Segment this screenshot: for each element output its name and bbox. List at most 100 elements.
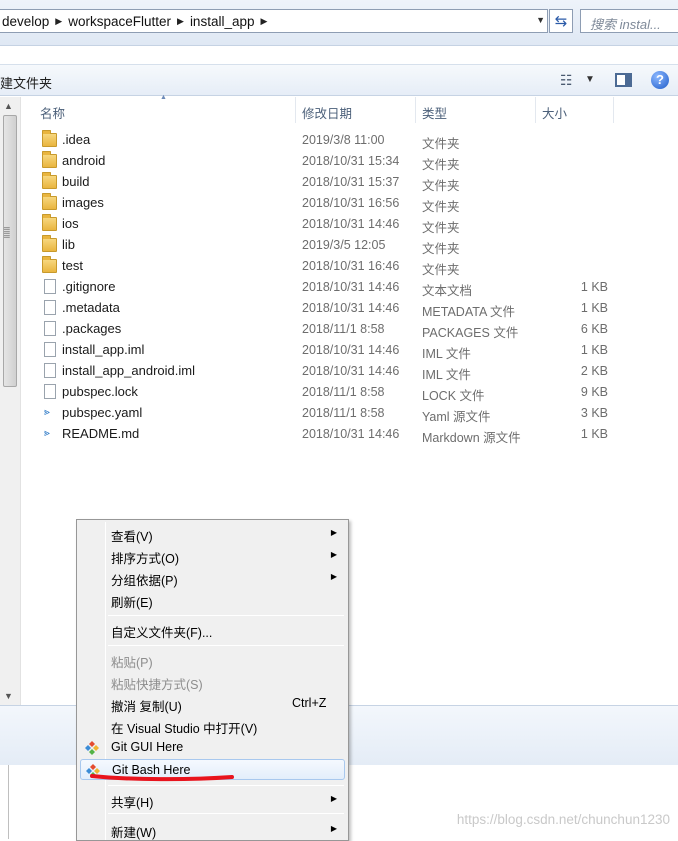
menu-item-shortcut: Ctrl+Z: [292, 696, 327, 710]
file-type: LOCK 文件: [422, 389, 485, 403]
file-modified-date: 2018/10/31 14:46: [302, 343, 400, 357]
menu-item-git-gui-here[interactable]: Git GUI Here: [80, 737, 345, 758]
menu-item-sort-by[interactable]: 排序方式(O) ▶: [80, 545, 345, 566]
file-name: README.md: [62, 426, 140, 441]
column-header-type[interactable]: 类型: [416, 97, 536, 123]
file-size: 9 KB: [580, 385, 608, 399]
file-row[interactable]: .gitignore 2018/10/31 14:46 文本文档 1 KB: [40, 277, 670, 298]
scroll-thumb[interactable]: [3, 115, 17, 387]
git-icon: [85, 741, 99, 755]
file-modified-date: 2019/3/8 11:00: [302, 133, 385, 147]
file-icon: [44, 342, 56, 357]
file-row[interactable]: android 2018/10/31 15:34 文件夹: [40, 151, 670, 172]
folder-icon: [42, 193, 57, 210]
window-edge: [8, 765, 9, 839]
file-row[interactable]: install_app_android.iml 2018/10/31 14:46 I…: [40, 361, 670, 382]
breadcrumb-separator-icon[interactable]: ▶: [53, 16, 66, 27]
file-size: 1 KB: [580, 301, 608, 315]
breadcrumb-workspaceflutter[interactable]: workspaceFlutter: [66, 14, 175, 29]
file-name: install_app_android.iml: [62, 363, 195, 378]
vscode-file-icon: ⪢: [44, 407, 50, 418]
menu-item-view[interactable]: 查看(V) ▶: [80, 523, 345, 544]
file-name: android: [62, 153, 106, 168]
file-row[interactable]: test 2018/10/31 16:46 文件夹: [40, 256, 670, 277]
file-name: pubspec.yaml: [62, 405, 143, 420]
file-type: 文件夹: [422, 179, 460, 193]
file-icon: [44, 363, 56, 378]
file-type: PACKAGES 文件: [422, 326, 519, 340]
file-modified-date: 2018/10/31 14:46: [302, 427, 400, 441]
file-modified-date: 2018/11/1 8:58: [302, 385, 385, 399]
vertical-scrollbar[interactable]: ▲ ═ ═ ═ ▼: [0, 97, 21, 705]
menu-item-label: 自定义文件夹(F)...: [111, 626, 213, 640]
file-modified-date: 2018/10/31 14:46: [302, 301, 400, 315]
file-row[interactable]: .metadata 2018/10/31 14:46 METADATA 文件 1 KB: [40, 298, 670, 319]
file-size: 2 KB: [580, 364, 608, 378]
column-header-size[interactable]: 大小: [536, 97, 614, 123]
file-icon: [44, 300, 56, 315]
menu-item-label: 在 Visual Studio 中打开(V): [111, 722, 258, 736]
file-row[interactable]: images 2018/10/31 16:56 文件夹: [40, 193, 670, 214]
file-row[interactable]: pubspec.lock 2018/11/1 8:58 LOCK 文件 9 KB: [40, 382, 670, 403]
menu-item-new[interactable]: 新建(W) ▶: [80, 819, 345, 840]
menu-item-label: 撤消 复制(U): [111, 700, 182, 714]
menu-item-refresh[interactable]: 刷新(E): [80, 589, 345, 610]
file-row[interactable]: ios 2018/10/31 14:46 文件夹: [40, 214, 670, 235]
command-bar: 建文件夹 ☷ ▼ ?: [0, 64, 678, 96]
menu-item-label: 查看(V): [111, 530, 153, 544]
red-annotation-underline: [90, 774, 234, 782]
context-menu: 查看(V) ▶ 排序方式(O) ▶ 分组依据(P) ▶ 刷新(E) 自定义文件夹…: [76, 519, 349, 841]
submenu-arrow-icon: ▶: [330, 794, 337, 803]
file-type: IML 文件: [422, 368, 471, 382]
vscode-file-icon: ⪢: [44, 428, 50, 439]
file-row[interactable]: install_app.iml 2018/10/31 14:46 IML 文件 1 K…: [40, 340, 670, 361]
file-name: test: [62, 258, 83, 273]
file-icon: [44, 384, 56, 399]
file-type: 文件夹: [422, 200, 460, 214]
file-type: 文本文档: [422, 284, 473, 298]
folder-icon: [42, 214, 57, 231]
refresh-icon: ⇆: [554, 13, 568, 30]
new-folder-button[interactable]: 建文件夹: [0, 73, 52, 92]
refresh-button[interactable]: ⇆: [549, 9, 573, 33]
breadcrumb-separator-icon[interactable]: ▶: [258, 16, 271, 27]
preview-pane-icon[interactable]: [615, 73, 632, 87]
scroll-up-arrow-icon[interactable]: ▲: [4, 101, 13, 111]
breadcrumb[interactable]: develop ▶ workspaceFlutter ▶ install_app…: [0, 9, 548, 33]
breadcrumb-install-app[interactable]: install_app: [188, 14, 259, 29]
file-type: 文件夹: [422, 242, 460, 256]
folder-icon: [42, 151, 57, 168]
address-history-dropdown-icon[interactable]: ▼: [536, 15, 545, 25]
file-row[interactable]: ⪢ README.md 2018/10/31 14:46 Markdown 源文件 1 …: [40, 424, 670, 445]
folder-icon: [42, 256, 57, 273]
menu-item-group-by[interactable]: 分组依据(P) ▶: [80, 567, 345, 588]
menu-separator: [108, 785, 344, 786]
search-input[interactable]: 搜索 instal...: [580, 9, 678, 33]
change-view-icon[interactable]: ☷: [560, 72, 573, 89]
file-modified-date: 2018/10/31 14:46: [302, 280, 400, 294]
file-name: .metadata: [62, 300, 120, 315]
folder-icon: [42, 130, 57, 147]
scroll-down-arrow-icon[interactable]: ▼: [4, 691, 13, 701]
view-options-dropdown-icon[interactable]: ▼: [585, 74, 595, 85]
file-type: Markdown 源文件: [422, 431, 521, 445]
file-row[interactable]: lib 2019/3/5 12:05 文件夹: [40, 235, 670, 256]
submenu-arrow-icon: ▶: [330, 824, 337, 833]
file-type: 文件夹: [422, 137, 460, 151]
file-row[interactable]: build 2018/10/31 15:37 文件夹: [40, 172, 670, 193]
file-row[interactable]: .packages 2018/11/1 8:58 PACKAGES 文件 6 KB: [40, 319, 670, 340]
help-icon[interactable]: ?: [651, 71, 669, 89]
breadcrumb-develop[interactable]: develop: [0, 14, 53, 29]
column-header-date[interactable]: 修改日期: [296, 97, 416, 123]
menu-item-share[interactable]: 共享(H) ▶: [80, 789, 345, 810]
menu-item-label: 刷新(E): [111, 596, 153, 610]
file-row[interactable]: .idea 2019/3/8 11:00 文件夹: [40, 130, 670, 151]
breadcrumb-separator-icon[interactable]: ▶: [175, 16, 188, 27]
file-row[interactable]: ⪢ pubspec.yaml 2018/11/1 8:58 Yaml 源文件 3 KB: [40, 403, 670, 424]
column-header-name[interactable]: 名称: [34, 97, 296, 123]
file-type: IML 文件: [422, 347, 471, 361]
menu-item-undo-copy[interactable]: 撤消 复制(U) Ctrl+Z: [80, 693, 345, 714]
menu-item-customize-folder[interactable]: 自定义文件夹(F)...: [80, 619, 345, 640]
file-type: Yaml 源文件: [422, 410, 491, 424]
menu-item-open-in-visual-studio[interactable]: 在 Visual Studio 中打开(V): [80, 715, 345, 736]
